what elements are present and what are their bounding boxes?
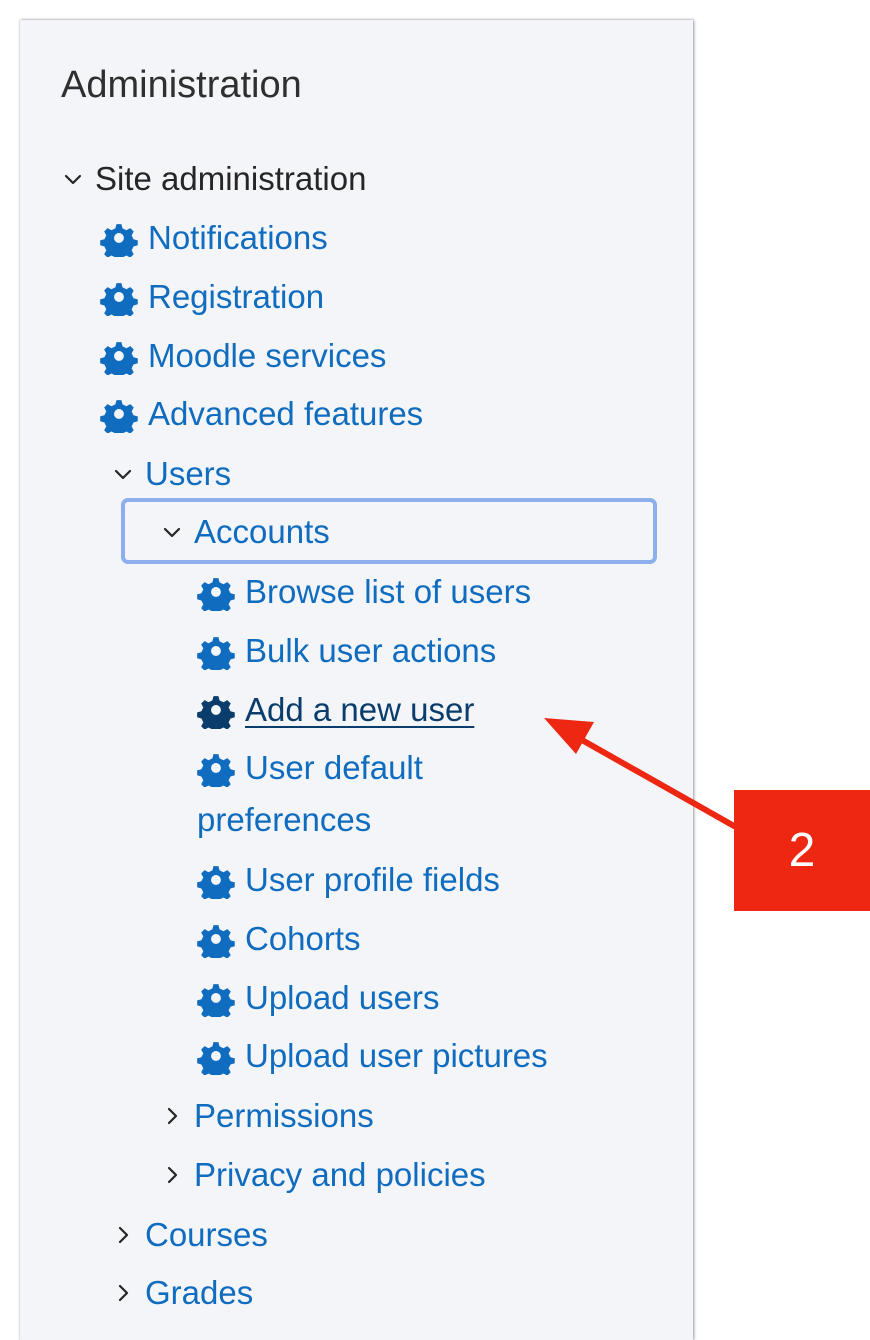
tree-item-label: Users: [145, 455, 232, 492]
gear-icon: [197, 920, 235, 958]
callout-number: 2: [788, 824, 816, 877]
tree-item-cohorts[interactable]: Cohorts: [197, 919, 361, 959]
tree-item-label: Advanced features: [148, 395, 424, 432]
gear-icon: [100, 337, 138, 375]
tree-item-moodle-services[interactable]: Moodle services: [100, 336, 386, 376]
tree-item-label: Upload users: [245, 979, 440, 1016]
tree-item-label: Browse list of users: [245, 573, 532, 610]
tree-item-permissions[interactable]: Permissions: [160, 1096, 374, 1136]
tree-item-label: Notifications: [148, 219, 328, 256]
tree-item-label: Grades: [145, 1274, 254, 1311]
tree-item-user-default-preferences[interactable]: User default: [197, 748, 423, 788]
tree-item-users[interactable]: Users: [111, 454, 231, 494]
tree-item-label: Registration: [148, 278, 325, 315]
gear-icon: [197, 632, 235, 670]
tree-item-user-profile-fields[interactable]: User profile fields: [197, 860, 500, 900]
tree-item-label: Site administration: [95, 160, 367, 197]
tree-item-site-administration[interactable]: Site administration: [61, 159, 366, 199]
tree-item-advanced-features[interactable]: Advanced features: [100, 394, 423, 434]
chevron-right-icon: [160, 1104, 184, 1128]
annotation-callout: 2: [734, 790, 870, 911]
gear-icon: [100, 278, 138, 316]
tree-item-accounts[interactable]: Accounts: [160, 512, 330, 552]
tree-item-label: Privacy and policies: [194, 1156, 486, 1193]
tree-item-label: Add a new user: [245, 691, 475, 728]
chevron-right-icon: [160, 1163, 184, 1187]
tree-item-notifications[interactable]: Notifications: [100, 218, 328, 258]
tree-item-bulk-user-actions[interactable]: Bulk user actions: [197, 631, 496, 671]
gear-icon: [197, 861, 235, 899]
chevron-right-icon: [111, 1281, 135, 1305]
tree-item-label: Moodle services: [148, 337, 387, 374]
gear-icon: [197, 1037, 235, 1075]
tree-item-label: Bulk user actions: [245, 632, 497, 669]
tree-item-label: User default: [245, 749, 423, 786]
chevron-down-icon: [160, 520, 184, 544]
tree-item-courses[interactable]: Courses: [111, 1215, 268, 1255]
tree-item-label: Accounts: [194, 513, 330, 550]
tree-item-grades[interactable]: Grades: [111, 1273, 253, 1313]
gear-icon: [100, 395, 138, 433]
gear-icon: [197, 691, 235, 729]
gear-icon: [197, 749, 235, 787]
tree-item-add-a-new-user[interactable]: Add a new user: [197, 690, 474, 730]
tree-item-label: Permissions: [194, 1097, 374, 1134]
chevron-down-icon: [61, 167, 85, 191]
tree-item-upload-user-pictures[interactable]: Upload user pictures: [197, 1036, 548, 1076]
chevron-right-icon: [111, 1223, 135, 1247]
tree-item-label: Upload user pictures: [245, 1037, 548, 1074]
gear-icon: [197, 979, 235, 1017]
panel-title: Administration: [61, 64, 302, 106]
gear-icon: [197, 573, 235, 611]
tree-item-privacy-and-policies[interactable]: Privacy and policies: [160, 1155, 486, 1195]
chevron-down-icon: [111, 462, 135, 486]
tree-item-label: Courses: [145, 1216, 268, 1253]
tree-item-upload-users[interactable]: Upload users: [197, 978, 439, 1018]
tree-item-label-continuation[interactable]: preferences: [197, 800, 371, 840]
gear-icon: [100, 219, 138, 257]
tree-item-label: Cohorts: [245, 920, 361, 957]
tree-item-registration[interactable]: Registration: [100, 277, 324, 317]
tree-item-label: User profile fields: [245, 861, 500, 898]
tree-item-browse-list-of-users[interactable]: Browse list of users: [197, 572, 531, 612]
